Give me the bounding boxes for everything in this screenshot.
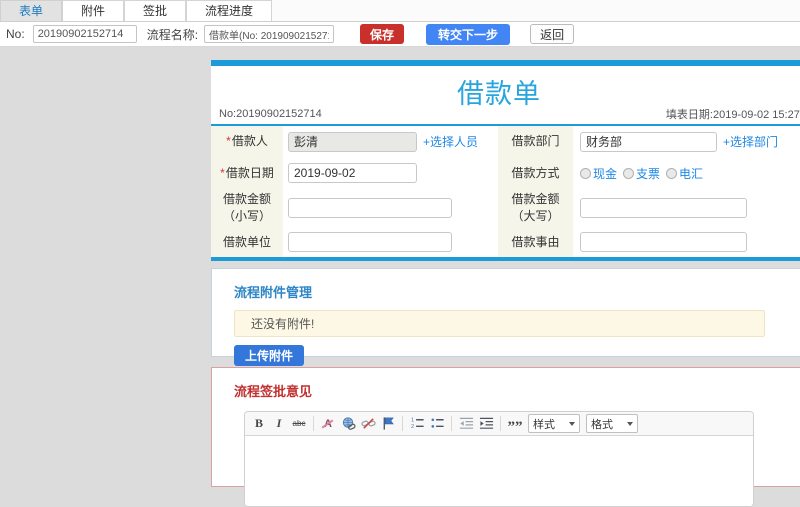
loan-date-input[interactable] <box>288 163 417 183</box>
toolbar-separator <box>313 416 314 431</box>
forward-next-step-button[interactable]: 转交下一步 <box>426 23 511 45</box>
form-row-4: 借款单位 借款事由 <box>211 227 800 257</box>
flow-name-label: 流程名称: <box>146 27 199 42</box>
loan-reason-input[interactable] <box>580 232 747 252</box>
loan-date-label: *借款日期 <box>211 157 283 189</box>
attachment-heading: 流程附件管理 <box>234 285 313 300</box>
remove-format-icon[interactable]: A <box>319 415 337 433</box>
department-label: 借款部门 <box>498 126 573 157</box>
payment-method-radios: 现金 支票 电汇 <box>580 165 709 182</box>
no-label: No: <box>6 27 25 41</box>
radio-cash-label[interactable]: 现金 <box>593 165 617 182</box>
increase-indent-icon[interactable] <box>477 415 495 433</box>
tab-approval[interactable]: 签批 <box>124 0 187 21</box>
upload-attachment-button[interactable]: 上传附件 <box>234 345 305 366</box>
toolbar-separator <box>451 416 452 431</box>
styles-dropdown-label: 样式 <box>533 418 555 431</box>
no-attachment-alert: 还没有附件! <box>234 310 765 337</box>
no-input[interactable] <box>32 25 137 43</box>
payment-method-label: 借款方式 <box>498 157 573 189</box>
radio-wire-label[interactable]: 电汇 <box>679 165 703 182</box>
form-title: 借款单 <box>457 79 541 109</box>
link-icon[interactable] <box>339 415 357 433</box>
chevron-down-icon <box>569 421 575 426</box>
form-fill-date: 填表日期:2019-09-02 15:27:1 <box>665 109 800 121</box>
form-doc-no: No:20190902152714 <box>219 108 322 120</box>
tab-form[interactable]: 表单 <box>0 0 63 21</box>
format-dropdown[interactable]: 格式 <box>586 414 638 433</box>
select-person-link[interactable]: +选择人员 <box>423 133 478 150</box>
flow-name-input[interactable] <box>204 25 335 43</box>
editor-toolbar: B I abc A 1 2 ”” 样式 格式 <box>245 412 753 436</box>
loan-unit-label: 借款单位 <box>211 227 283 257</box>
strikethrough-icon[interactable]: abc <box>290 415 308 433</box>
toolbar-separator <box>500 416 501 431</box>
toolbar-separator <box>402 416 403 431</box>
decrease-indent-icon[interactable] <box>457 415 475 433</box>
amount-lower-input[interactable] <box>288 198 452 218</box>
rich-text-editor: B I abc A 1 2 ”” 样式 格式 <box>244 411 754 507</box>
radio-cheque[interactable] <box>623 167 635 179</box>
svg-text:2: 2 <box>410 424 413 430</box>
radio-cash[interactable] <box>580 167 591 179</box>
attachment-panel: 流程附件管理 还没有附件! 上传附件 <box>211 268 800 366</box>
format-dropdown-label: 格式 <box>591 418 613 431</box>
unlink-icon[interactable] <box>359 415 377 433</box>
italic-icon[interactable]: I <box>270 415 288 433</box>
chevron-down-icon <box>627 421 633 426</box>
loan-reason-label: 借款事由 <box>498 227 573 257</box>
approval-heading: 流程签批意见 <box>234 384 313 399</box>
borrower-label: *借款人 <box>211 126 283 157</box>
form-row-2: *借款日期 借款方式 现金 支票 电汇 <box>211 157 800 189</box>
form-row-3: 借款金额（小写） 借款金额（大写） <box>211 189 800 227</box>
tab-progress[interactable]: 流程进度 <box>186 0 273 21</box>
blockquote-icon[interactable]: ”” <box>506 415 524 435</box>
approval-panel: 流程签批意见 B I abc A 1 2 ”” 样式 格式 <box>211 367 800 507</box>
required-asterisk: * <box>220 165 225 180</box>
anchor-flag-icon[interactable] <box>379 415 397 433</box>
required-asterisk: * <box>226 134 231 148</box>
borrower-input[interactable] <box>288 131 417 152</box>
amount-lower-label: 借款金额（小写） <box>211 189 283 227</box>
numbered-list-icon[interactable]: 1 2 <box>408 415 426 433</box>
save-button[interactable]: 保存 <box>360 24 405 44</box>
select-department-link[interactable]: +选择部门 <box>723 133 778 150</box>
loan-form-panel: 借款单 No:20190902152714 填表日期:2019-09-02 15… <box>211 60 800 261</box>
bulleted-list-icon[interactable] <box>428 415 446 433</box>
form-grid: *借款人 +选择人员 借款部门 +选择部门 *借款日期 借款方式 <box>211 126 800 261</box>
amount-upper-input[interactable] <box>580 198 747 218</box>
action-bar: No: 流程名称: 保存 转交下一步 返回 <box>0 22 800 47</box>
amount-upper-label: 借款金额（大写） <box>498 189 573 227</box>
tab-attachments[interactable]: 附件 <box>62 0 125 21</box>
svg-text:1: 1 <box>410 418 413 424</box>
loan-unit-input[interactable] <box>288 232 452 252</box>
back-button[interactable]: 返回 <box>530 24 575 44</box>
styles-dropdown[interactable]: 样式 <box>528 414 580 433</box>
editor-content-area[interactable] <box>245 436 753 506</box>
bold-icon[interactable]: B <box>250 415 268 433</box>
tab-bar: 表单 附件 签批 流程进度 <box>0 0 800 22</box>
radio-wire[interactable] <box>666 167 678 179</box>
department-input[interactable] <box>580 131 717 152</box>
form-row-1: *借款人 +选择人员 借款部门 +选择部门 <box>211 126 800 157</box>
radio-cheque-label[interactable]: 支票 <box>636 165 660 182</box>
